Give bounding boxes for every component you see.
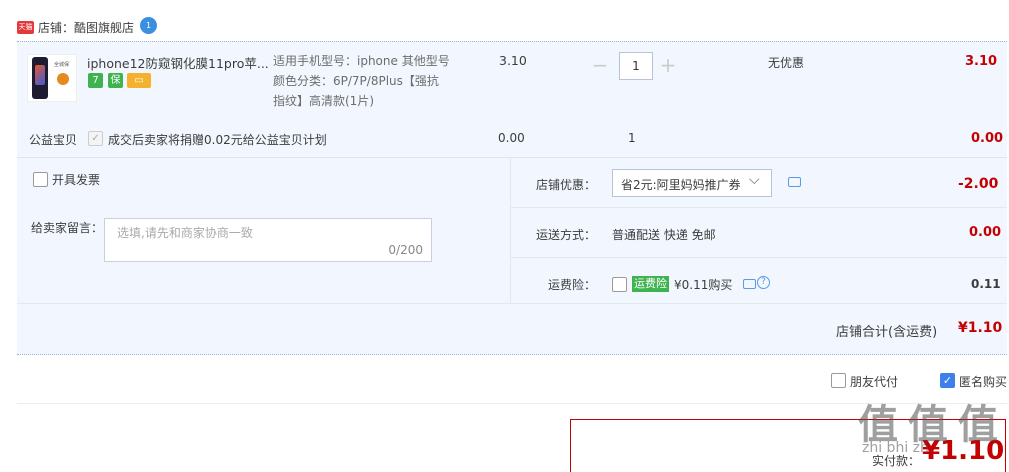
charity-total: 0.00 — [971, 131, 1004, 146]
phone-image — [32, 57, 48, 99]
note-label: 给卖家留言： — [31, 221, 104, 235]
shipping-value: 普通配送 快递 免邮 — [612, 228, 716, 242]
insurance-tag: 运费险 — [632, 276, 669, 292]
wangwang-chat-icon[interactable]: 1 — [140, 17, 157, 34]
divider — [17, 303, 1007, 304]
product-image[interactable]: 全城保 — [27, 54, 77, 102]
insurance-amount: 0.11 — [971, 277, 1001, 291]
image-brand-text: 全城保 — [54, 62, 70, 68]
invoice-label: 开具发票 — [52, 173, 101, 187]
chat-bubble-icon[interactable] — [743, 279, 756, 289]
charity-label: 公益宝贝 — [29, 133, 78, 147]
tmall-badge-icon: 天猫 — [17, 21, 34, 34]
divider — [510, 207, 1007, 208]
shop-discount-select[interactable]: 省2元:阿里妈妈推广券 ⌵ — [612, 169, 772, 197]
unit-price: 3.10 — [499, 53, 527, 68]
shop-discount-label: 店铺优惠： — [536, 178, 597, 192]
charity-price: 0.00 — [498, 131, 525, 145]
product-attr-line: 颜色分类：6P/7P/8Plus【强抗 — [273, 74, 439, 88]
anonymous-checkbox[interactable] — [940, 373, 955, 388]
guarantee-icon[interactable]: 保 — [108, 73, 123, 88]
credit-card-icon[interactable]: ▭ — [127, 73, 151, 88]
charity-qty: 1 — [628, 131, 636, 145]
seven-day-return-icon[interactable]: 7 — [88, 73, 103, 88]
chat-bubble-icon[interactable] — [788, 177, 801, 187]
qty-increase-button[interactable]: + — [655, 52, 681, 80]
product-attr-line: 指纹】高清款(1片) — [273, 94, 374, 108]
qty-input[interactable]: 1 — [619, 52, 653, 80]
product-title-link[interactable]: iphone12防窥钢化膜11pro苹... — [87, 53, 269, 72]
divider — [17, 157, 1007, 158]
divider — [17, 354, 1007, 355]
item-promo: 无优惠 — [768, 56, 805, 70]
shop-total-amount: ¥1.10 — [958, 320, 1003, 336]
shop-name-link[interactable]: 店铺：酷图旗舰店 — [38, 19, 134, 36]
friend-pay-label: 朋友代付 — [850, 375, 899, 389]
friend-pay-checkbox[interactable] — [831, 373, 846, 388]
order-block — [17, 41, 1007, 355]
shipping-label: 运送方式： — [536, 228, 597, 242]
insurance-checkbox[interactable] — [612, 277, 627, 292]
quantity-stepper: − 1 + — [587, 52, 687, 80]
shop-discount-amount: -2.00 — [958, 176, 999, 192]
charity-checkbox: ✓ — [88, 131, 103, 146]
chevron-down-icon: ⌵ — [749, 172, 760, 188]
insurance-desc: ¥0.11购买 — [674, 278, 733, 292]
image-badge — [57, 73, 69, 85]
charity-desc: 成交后卖家将捐赠0.02元给公益宝贝计划 — [108, 133, 327, 147]
shop-discount-value: 省2元:阿里妈妈推广券 — [621, 178, 741, 192]
product-attr-line: 适用手机型号：iphone 其他型号 — [273, 54, 450, 68]
qty-decrease-button[interactable]: − — [587, 52, 613, 80]
invoice-checkbox[interactable] — [33, 172, 48, 187]
seller-note-textarea[interactable]: 选填,请先和商家协商一致 0/200 — [104, 218, 432, 262]
divider — [510, 257, 1007, 258]
insurance-label: 运费险： — [548, 278, 597, 292]
shipping-amount: 0.00 — [969, 225, 1002, 240]
help-icon[interactable]: ? — [757, 276, 770, 289]
item-subtotal: 3.10 — [965, 54, 998, 69]
anonymous-label: 匿名购买 — [959, 375, 1008, 389]
shop-total-label: 店铺合计(含运费) — [836, 325, 938, 340]
shop-header: 天猫 店铺：酷图旗舰店 1 — [0, 12, 1009, 42]
note-placeholder: 选填,请先和商家协商一致 — [117, 226, 253, 240]
divider — [510, 158, 511, 303]
watermark-site: zhi bhi zh. — [862, 440, 934, 456]
note-counter: 0/200 — [388, 243, 423, 257]
